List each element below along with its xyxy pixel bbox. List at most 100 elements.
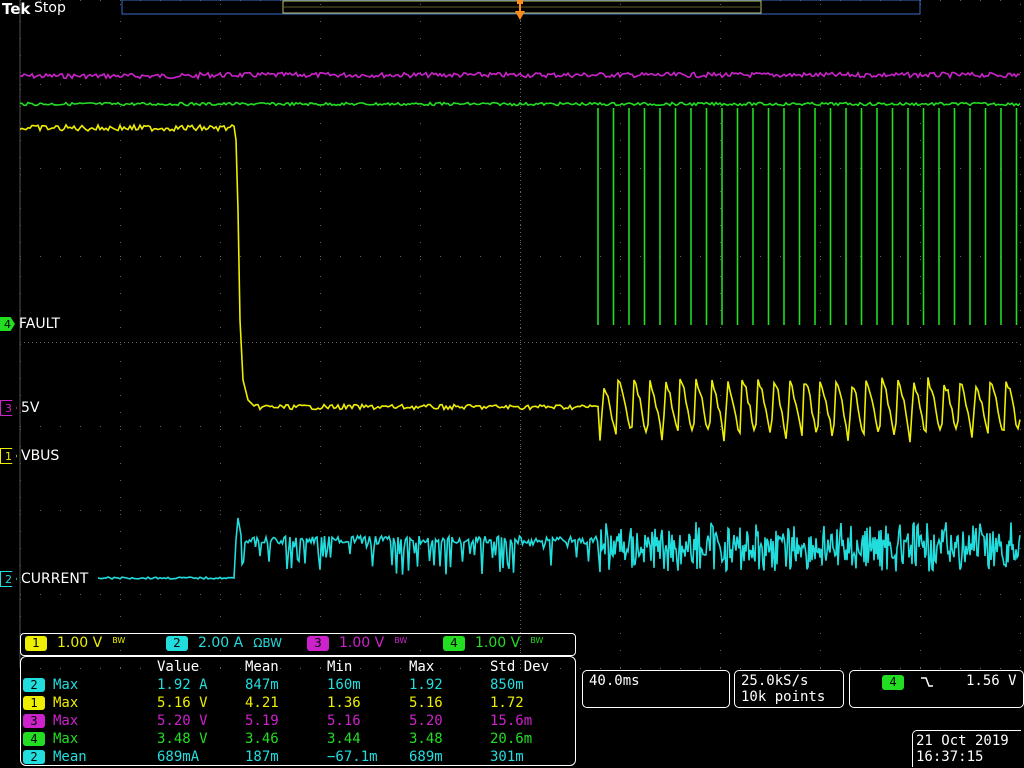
channel-1-label: VBUS	[21, 448, 60, 464]
channel-2-trace	[97, 517, 1021, 580]
measurement-max: 3.48	[409, 731, 443, 747]
measurement-row: 2 Mean 689mA 187m −67.1m 689m 301m	[23, 748, 570, 766]
measurement-max: 5.20	[409, 713, 443, 729]
measurement-row: 4 Max 3.48 V 3.46 3.44 3.48 20.6m	[23, 730, 570, 748]
sampling-box[interactable]: 25.0kS/s 10k points	[734, 670, 844, 708]
record-view-bar	[121, 0, 921, 20]
measurement-channel-badge: 4	[23, 732, 45, 746]
timebase-box[interactable]: 40.0ms	[582, 670, 730, 708]
channel-2-scale: 2.00 A	[198, 635, 244, 651]
channel-settings-bar: 1 1.00 V BW 2 2.00 A ΩBW 3 1.00 V BW 4 1.00 V BW	[20, 633, 576, 656]
channel-1-marker[interactable]: 1 VBUS	[0, 448, 60, 464]
channel-3-marker[interactable]: 3 5V	[0, 400, 40, 416]
channel-3-icon: 3	[0, 400, 17, 416]
bandwidth-limit-icon: BW	[112, 636, 126, 645]
channel-1-trace	[19, 123, 1021, 443]
measurement-max: 1.92	[409, 677, 443, 693]
channel-4-label: FAULT	[19, 316, 61, 332]
bandwidth-limit-icon: BW	[394, 636, 408, 645]
channel-4-icon: 4	[0, 317, 15, 331]
measurement-std: 20.6m	[490, 731, 533, 747]
measurement-min: −67.1m	[327, 749, 378, 765]
channel-1-badge: 1	[25, 636, 47, 651]
channel-1-setting[interactable]: 1 1.00 V BW	[25, 636, 125, 651]
channel-2-badge: 2	[166, 636, 188, 651]
header-value: Value	[157, 659, 200, 675]
channel-1-scale: 1.00 V	[57, 635, 103, 651]
channel-2-marker[interactable]: 2 CURRENT	[0, 571, 89, 587]
header-std-dev: Std Dev	[490, 659, 550, 675]
channel-4-badge: 4	[443, 636, 465, 651]
measurement-type: Mean	[53, 749, 87, 765]
measurement-value: 3.48 V	[157, 731, 208, 747]
measurement-std: 1.72	[490, 695, 524, 711]
measurement-type: Max	[53, 713, 79, 729]
falling-edge-icon	[921, 677, 933, 687]
measurement-label: 3 Max	[23, 712, 157, 730]
channel-3-trace	[19, 71, 1021, 81]
measurement-mean: 5.19	[245, 713, 279, 729]
header-max: Max	[409, 659, 435, 675]
datetime-box: 21 Oct 2019 16:37:15	[912, 730, 1021, 767]
trigger-source-badge: 4	[882, 675, 904, 690]
measurement-mean: 847m	[245, 677, 279, 693]
time-per-division: 40.0ms	[589, 673, 640, 689]
measurement-mean: 4.21	[245, 695, 279, 711]
measurement-value: 5.16 V	[157, 695, 208, 711]
measurement-max: 689m	[409, 749, 443, 765]
termination-bandwidth-icon: ΩBW	[253, 636, 283, 650]
measurement-min: 5.16	[327, 713, 361, 729]
measurement-std: 301m	[490, 749, 524, 765]
channel-4-scale: 1.00 V	[475, 635, 521, 651]
channel-3-setting[interactable]: 3 1.00 V BW	[307, 636, 407, 651]
channel-1-icon: 1	[0, 448, 17, 464]
measurement-min: 160m	[327, 677, 361, 693]
measurement-channel-badge: 2	[23, 750, 45, 764]
measurement-channel-badge: 3	[23, 714, 45, 728]
trigger-position-icon	[515, 0, 525, 20]
measurement-label: 2 Max	[23, 676, 157, 694]
measurements-table: Value Mean Min Max Std Dev 2 Max 1.92 A 847…	[23, 658, 570, 766]
channel-2-label: CURRENT	[21, 571, 89, 587]
sample-rate: 25.0kS/s	[741, 673, 809, 689]
measurement-type: Max	[53, 695, 79, 711]
channel-4-setting[interactable]: 4 1.00 V BW	[443, 636, 543, 651]
measurement-value: 5.20 V	[157, 713, 208, 729]
channel-4-trace	[19, 101, 1021, 107]
time-display: 16:37:15	[916, 749, 984, 765]
measurement-row: 2 Max 1.92 A 847m 160m 1.92 850m	[23, 676, 570, 694]
trigger-box[interactable]: 4 1.56 V	[849, 670, 1024, 708]
measurement-channel-badge: 1	[23, 696, 45, 710]
channel-2-setting[interactable]: 2 2.00 A ΩBW	[166, 636, 282, 651]
trigger-level: 1.56 V	[966, 673, 1017, 689]
measurement-value: 689mA	[157, 749, 200, 765]
measurement-label: 4 Max	[23, 730, 157, 748]
channel-3-label: 5V	[21, 400, 40, 416]
header-min: Min	[327, 659, 353, 675]
measurement-label: 1 Max	[23, 694, 157, 712]
channel-4-marker[interactable]: 4 FAULT	[0, 316, 61, 332]
measurement-std: 15.6m	[490, 713, 533, 729]
measurement-value: 1.92 A	[157, 677, 208, 693]
measurement-row: 3 Max 5.20 V 5.19 5.16 5.20 15.6m	[23, 712, 570, 730]
measurement-row: 1 Max 5.16 V 4.21 1.36 5.16 1.72	[23, 694, 570, 712]
measurement-std: 850m	[490, 677, 524, 693]
record-length: 10k points	[741, 689, 826, 705]
measurements-panel[interactable]: Value Mean Min Max Std Dev 2 Max 1.92 A 847…	[20, 656, 576, 766]
measurement-type: Max	[53, 731, 79, 747]
measurements-header: Value Mean Min Max Std Dev	[23, 658, 570, 676]
bandwidth-limit-icon: BW	[530, 636, 544, 645]
measurement-channel-badge: 2	[23, 678, 45, 692]
measurement-label: 2 Mean	[23, 748, 157, 766]
channel-3-scale: 1.00 V	[339, 635, 385, 651]
date-display: 21 Oct 2019	[916, 733, 1009, 749]
measurement-mean: 187m	[245, 749, 279, 765]
measurement-max: 5.16	[409, 695, 443, 711]
header-mean: Mean	[245, 659, 279, 675]
measurement-mean: 3.46	[245, 731, 279, 747]
channel-3-badge: 3	[307, 636, 329, 651]
measurement-min: 3.44	[327, 731, 361, 747]
channel-2-icon: 2	[0, 571, 17, 587]
measurement-type: Max	[53, 677, 79, 693]
measurement-min: 1.36	[327, 695, 361, 711]
